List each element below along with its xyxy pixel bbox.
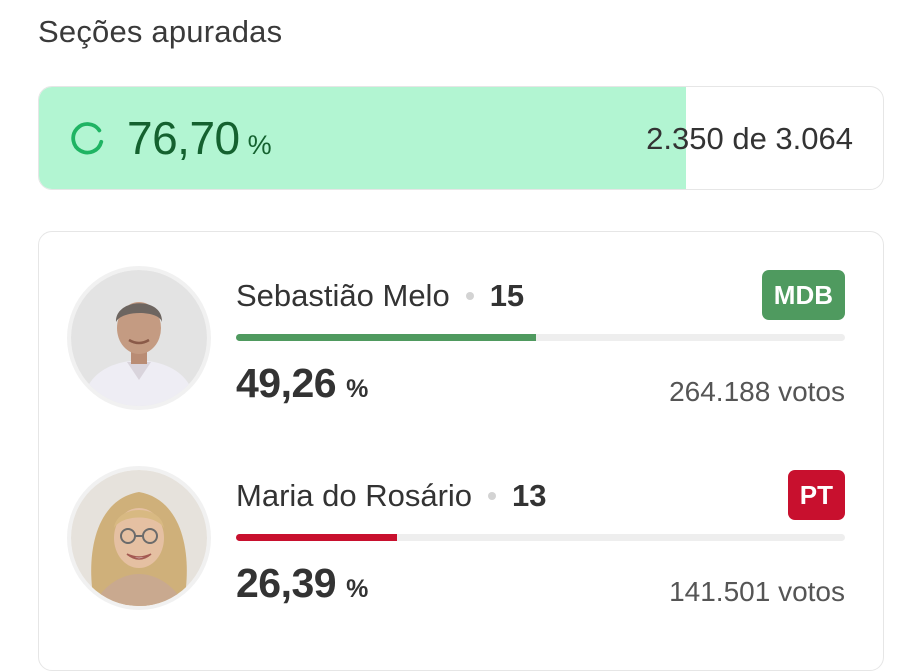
candidate-photo-icon	[71, 470, 207, 606]
vote-bar-fill	[236, 334, 536, 341]
candidate-name: Maria do Rosário	[236, 478, 473, 513]
vote-bar-track	[236, 534, 845, 541]
candidate-row[interactable]: Sebastião Melo 15 MDB 49,26 % 264.188 vo…	[39, 232, 883, 407]
candidate-votes: 141.501 votos	[669, 576, 845, 607]
candidate-percent: 26,39 %	[236, 560, 368, 607]
candidate-name: Sebastião Melo	[236, 278, 450, 313]
apuracao-percent-sign: %	[247, 130, 272, 160]
candidate-avatar	[71, 270, 207, 406]
party-badge: PT	[787, 470, 845, 520]
separator-dot	[465, 292, 474, 300]
apuracao-percent-value: 76,70	[127, 112, 240, 164]
candidate-percent-value: 26,39	[236, 560, 337, 606]
party-badge: MDB	[761, 270, 845, 320]
candidates-card: Sebastião Melo 15 MDB 49,26 % 264.188 vo…	[38, 231, 884, 671]
candidate-name-row: Maria do Rosário 13	[236, 478, 547, 514]
vote-bar-fill	[236, 534, 397, 541]
candidate-number: 13	[512, 478, 547, 513]
candidate-percent-sign: %	[346, 575, 369, 603]
candidate-percent: 49,26 %	[236, 360, 368, 407]
candidate-number: 15	[489, 278, 525, 313]
vote-bar-track	[236, 334, 845, 341]
section-title: Seções apuradas	[38, 14, 283, 49]
separator-dot	[488, 492, 497, 500]
candidate-votes: 264.188 votos	[669, 376, 845, 407]
loading-spinner-icon	[71, 122, 104, 155]
candidate-photo-icon	[71, 270, 207, 406]
candidate-row[interactable]: Maria do Rosário 13 PT 26,39 % 141.501 v…	[39, 432, 883, 607]
candidate-avatar	[71, 470, 207, 606]
candidate-percent-sign: %	[346, 375, 369, 403]
apuracao-percent: 76,70 %	[127, 111, 272, 165]
candidate-name-row: Sebastião Melo 15	[236, 278, 524, 314]
candidate-percent-value: 49,26	[236, 360, 337, 406]
sections-count: 2.350 de 3.064	[646, 121, 853, 156]
apuracao-progress-card: 76,70 % 2.350 de 3.064	[38, 86, 884, 190]
